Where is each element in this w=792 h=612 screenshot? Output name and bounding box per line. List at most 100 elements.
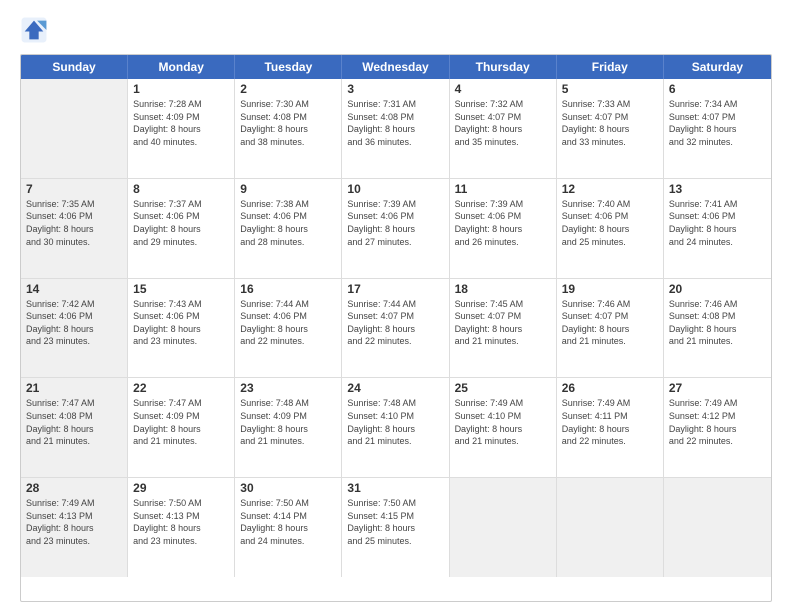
day-number: 13 (669, 182, 766, 196)
calendar-cell: 25 Sunrise: 7:49 AMSunset: 4:10 PMDayligh… (450, 378, 557, 477)
page: SundayMondayTuesdayWednesdayThursdayFrid… (0, 0, 792, 612)
day-number: 3 (347, 82, 443, 96)
calendar-cell: 24 Sunrise: 7:48 AMSunset: 4:10 PMDayligh… (342, 378, 449, 477)
cell-info: Sunrise: 7:50 AMSunset: 4:15 PMDaylight:… (347, 497, 443, 547)
day-number: 10 (347, 182, 443, 196)
cell-info: Sunrise: 7:45 AMSunset: 4:07 PMDaylight:… (455, 298, 551, 348)
calendar-cell: 29Sunrise: 7:50 AMSunset: 4:13 PMDayligh… (128, 478, 235, 577)
calendar-cell: 17Sunrise: 7:44 AMSunset: 4:07 PMDayligh… (342, 279, 449, 378)
calendar-cell (21, 79, 128, 178)
calendar-row-1: 1 Sunrise: 7:28 AMSunset: 4:09 PMDaylight… (21, 79, 771, 179)
calendar-row-4: 21 Sunrise: 7:47 AMSunset: 4:08 PMDayligh… (21, 378, 771, 478)
calendar-cell: 30 Sunrise: 7:50 AMSunset: 4:14 PMDayligh… (235, 478, 342, 577)
calendar: SundayMondayTuesdayWednesdayThursdayFrid… (20, 54, 772, 602)
day-number: 16 (240, 282, 336, 296)
cell-info: Sunrise: 7:46 AMSunset: 4:07 PMDaylight:… (562, 298, 658, 348)
calendar-cell: 8 Sunrise: 7:37 AMSunset: 4:06 PMDaylight… (128, 179, 235, 278)
calendar-row-3: 14Sunrise: 7:42 AMSunset: 4:06 PMDayligh… (21, 279, 771, 379)
day-number: 8 (133, 182, 229, 196)
calendar-cell: 15 Sunrise: 7:43 AMSunset: 4:06 PMDayligh… (128, 279, 235, 378)
cell-info: Sunrise: 7:31 AMSunset: 4:08 PMDaylight:… (347, 98, 443, 148)
calendar-body: 1 Sunrise: 7:28 AMSunset: 4:09 PMDaylight… (21, 79, 771, 577)
cell-info: Sunrise: 7:42 AMSunset: 4:06 PMDaylight:… (26, 298, 122, 348)
calendar-cell: 19 Sunrise: 7:46 AMSunset: 4:07 PMDayligh… (557, 279, 664, 378)
calendar-row-5: 28 Sunrise: 7:49 AMSunset: 4:13 PMDayligh… (21, 478, 771, 577)
day-number: 2 (240, 82, 336, 96)
calendar-cell: 5 Sunrise: 7:33 AMSunset: 4:07 PMDaylight… (557, 79, 664, 178)
cell-info: Sunrise: 7:28 AMSunset: 4:09 PMDaylight:… (133, 98, 229, 148)
calendar-cell: 1 Sunrise: 7:28 AMSunset: 4:09 PMDaylight… (128, 79, 235, 178)
cell-info: Sunrise: 7:33 AMSunset: 4:07 PMDaylight:… (562, 98, 658, 148)
day-number: 20 (669, 282, 766, 296)
calendar-cell: 12 Sunrise: 7:40 AMSunset: 4:06 PMDayligh… (557, 179, 664, 278)
day-number: 1 (133, 82, 229, 96)
cell-info: Sunrise: 7:47 AMSunset: 4:09 PMDaylight:… (133, 397, 229, 447)
calendar-cell: 20Sunrise: 7:46 AMSunset: 4:08 PMDayligh… (664, 279, 771, 378)
day-number: 24 (347, 381, 443, 395)
calendar-cell: 3 Sunrise: 7:31 AMSunset: 4:08 PMDaylight… (342, 79, 449, 178)
cell-info: Sunrise: 7:48 AMSunset: 4:09 PMDaylight:… (240, 397, 336, 447)
day-number: 29 (133, 481, 229, 495)
cell-info: Sunrise: 7:49 AMSunset: 4:11 PMDaylight:… (562, 397, 658, 447)
weekday-header-wednesday: Wednesday (342, 55, 449, 79)
cell-info: Sunrise: 7:47 AMSunset: 4:08 PMDaylight:… (26, 397, 122, 447)
calendar-cell: 2Sunrise: 7:30 AMSunset: 4:08 PMDaylight… (235, 79, 342, 178)
calendar-cell: 27 Sunrise: 7:49 AMSunset: 4:12 PMDayligh… (664, 378, 771, 477)
calendar-cell: 31 Sunrise: 7:50 AMSunset: 4:15 PMDayligh… (342, 478, 449, 577)
day-number: 4 (455, 82, 551, 96)
calendar-cell: 26 Sunrise: 7:49 AMSunset: 4:11 PMDayligh… (557, 378, 664, 477)
day-number: 23 (240, 381, 336, 395)
day-number: 28 (26, 481, 122, 495)
day-number: 26 (562, 381, 658, 395)
day-number: 22 (133, 381, 229, 395)
weekday-header-saturday: Saturday (664, 55, 771, 79)
day-number: 18 (455, 282, 551, 296)
cell-info: Sunrise: 7:37 AMSunset: 4:06 PMDaylight:… (133, 198, 229, 248)
calendar-cell: 9 Sunrise: 7:38 AMSunset: 4:06 PMDaylight… (235, 179, 342, 278)
calendar-cell: 13 Sunrise: 7:41 AMSunset: 4:06 PMDayligh… (664, 179, 771, 278)
weekday-header-tuesday: Tuesday (235, 55, 342, 79)
weekday-header-friday: Friday (557, 55, 664, 79)
cell-info: Sunrise: 7:35 AMSunset: 4:06 PMDaylight:… (26, 198, 122, 248)
cell-info: Sunrise: 7:39 AMSunset: 4:06 PMDaylight:… (347, 198, 443, 248)
calendar-cell: 10 Sunrise: 7:39 AMSunset: 4:06 PMDayligh… (342, 179, 449, 278)
calendar-cell: 14Sunrise: 7:42 AMSunset: 4:06 PMDayligh… (21, 279, 128, 378)
day-number: 12 (562, 182, 658, 196)
cell-info: Sunrise: 7:49 AMSunset: 4:10 PMDaylight:… (455, 397, 551, 447)
cell-info: Sunrise: 7:32 AMSunset: 4:07 PMDaylight:… (455, 98, 551, 148)
day-number: 31 (347, 481, 443, 495)
day-number: 11 (455, 182, 551, 196)
cell-info: Sunrise: 7:49 AMSunset: 4:12 PMDaylight:… (669, 397, 766, 447)
calendar-cell (557, 478, 664, 577)
cell-info: Sunrise: 7:43 AMSunset: 4:06 PMDaylight:… (133, 298, 229, 348)
calendar-cell: 22 Sunrise: 7:47 AMSunset: 4:09 PMDayligh… (128, 378, 235, 477)
calendar-cell: 23 Sunrise: 7:48 AMSunset: 4:09 PMDayligh… (235, 378, 342, 477)
day-number: 5 (562, 82, 658, 96)
cell-info: Sunrise: 7:48 AMSunset: 4:10 PMDaylight:… (347, 397, 443, 447)
day-number: 25 (455, 381, 551, 395)
cell-info: Sunrise: 7:49 AMSunset: 4:13 PMDaylight:… (26, 497, 122, 547)
day-number: 17 (347, 282, 443, 296)
cell-info: Sunrise: 7:38 AMSunset: 4:06 PMDaylight:… (240, 198, 336, 248)
calendar-cell: 7 Sunrise: 7:35 AMSunset: 4:06 PMDaylight… (21, 179, 128, 278)
weekday-header-sunday: Sunday (21, 55, 128, 79)
logo (20, 16, 52, 44)
day-number: 7 (26, 182, 122, 196)
day-number: 30 (240, 481, 336, 495)
day-number: 19 (562, 282, 658, 296)
calendar-cell (450, 478, 557, 577)
calendar-cell: 4 Sunrise: 7:32 AMSunset: 4:07 PMDaylight… (450, 79, 557, 178)
day-number: 9 (240, 182, 336, 196)
calendar-cell: 21 Sunrise: 7:47 AMSunset: 4:08 PMDayligh… (21, 378, 128, 477)
cell-info: Sunrise: 7:41 AMSunset: 4:06 PMDaylight:… (669, 198, 766, 248)
weekday-header-thursday: Thursday (450, 55, 557, 79)
cell-info: Sunrise: 7:44 AMSunset: 4:06 PMDaylight:… (240, 298, 336, 348)
header (20, 16, 772, 44)
day-number: 15 (133, 282, 229, 296)
cell-info: Sunrise: 7:50 AMSunset: 4:14 PMDaylight:… (240, 497, 336, 547)
calendar-cell: 28 Sunrise: 7:49 AMSunset: 4:13 PMDayligh… (21, 478, 128, 577)
day-number: 21 (26, 381, 122, 395)
calendar-row-2: 7 Sunrise: 7:35 AMSunset: 4:06 PMDaylight… (21, 179, 771, 279)
day-number: 27 (669, 381, 766, 395)
cell-info: Sunrise: 7:40 AMSunset: 4:06 PMDaylight:… (562, 198, 658, 248)
